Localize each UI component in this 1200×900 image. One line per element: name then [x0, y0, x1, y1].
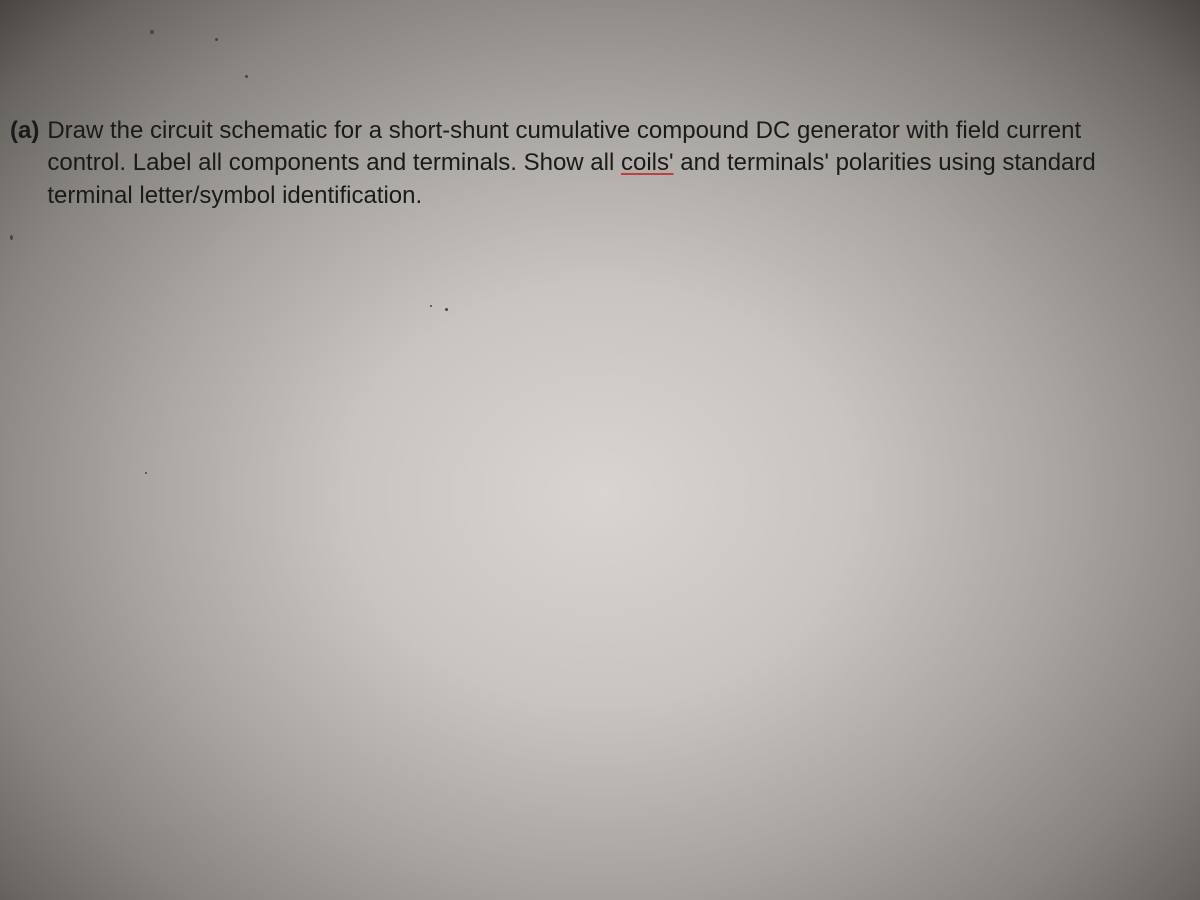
speck	[215, 38, 218, 41]
speck	[145, 472, 147, 474]
speck	[430, 305, 432, 307]
speck	[150, 30, 154, 34]
question-label: (a)	[10, 115, 39, 147]
speck	[10, 235, 13, 240]
underlined-word: coils'	[621, 149, 674, 176]
speck	[245, 75, 248, 78]
question-text: Draw the circuit schematic for a short-s…	[47, 115, 1160, 212]
page-content: (a) Draw the circuit schematic for a sho…	[0, 0, 1200, 212]
question-block: (a) Draw the circuit schematic for a sho…	[10, 115, 1160, 212]
speck	[445, 308, 448, 311]
